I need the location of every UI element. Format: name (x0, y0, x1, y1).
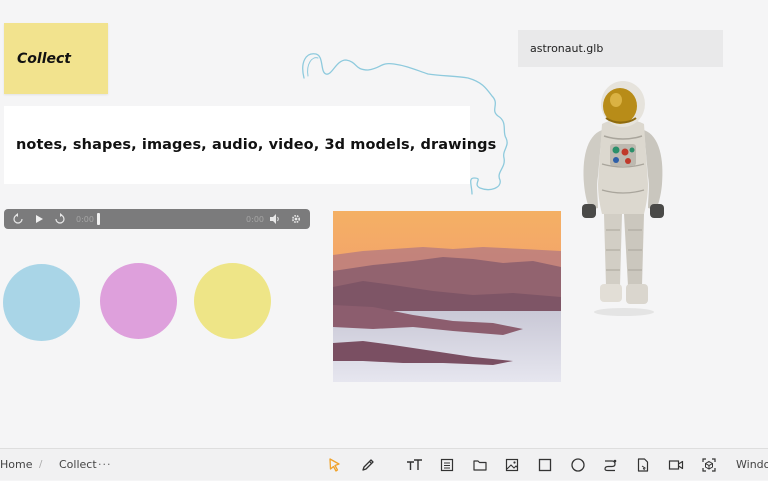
audio-player[interactable]: 0:00 0:00 (4, 209, 310, 229)
model-filename: astronaut.glb (530, 42, 604, 55)
video-tool-button[interactable] (666, 455, 686, 475)
circle-tool-button[interactable] (568, 455, 588, 475)
text-tool-button[interactable] (404, 455, 424, 475)
connector-tool-button[interactable] (600, 455, 620, 475)
bottom-toolbar: Home / Collect ··· Window (0, 448, 768, 480)
folder-icon (473, 460, 487, 471)
pen-icon (362, 459, 374, 471)
rewind-15-icon[interactable] (10, 211, 26, 227)
select-tool-button[interactable] (325, 455, 345, 475)
window-menu[interactable]: Window (736, 449, 768, 481)
note-tool-button[interactable] (437, 455, 457, 475)
more-options-button[interactable]: ··· (98, 449, 112, 481)
circle-icon (571, 458, 585, 472)
volume-icon[interactable] (267, 211, 283, 227)
rectangle-tool-button[interactable] (535, 455, 555, 475)
note-icon (440, 458, 454, 472)
board-canvas[interactable]: Collect notes, shapes, images, audio, vi… (0, 0, 768, 448)
gear-icon[interactable] (288, 211, 304, 227)
note-collect[interactable]: Collect (4, 23, 108, 94)
progress-handle[interactable] (96, 213, 100, 225)
video-icon (668, 460, 684, 470)
breadcrumb-home[interactable]: Home (0, 449, 32, 481)
breadcrumb-current[interactable]: Collect (59, 449, 97, 481)
current-time: 0:00 (76, 214, 94, 224)
astronaut-3d-model[interactable] (572, 80, 672, 320)
file-icon (637, 458, 649, 472)
3d-model-tool-button[interactable] (699, 455, 719, 475)
drawing-scribble[interactable] (296, 46, 516, 198)
file-tool-button[interactable] (633, 455, 653, 475)
folder-tool-button[interactable] (470, 455, 490, 475)
shape-circle-blue[interactable] (3, 264, 80, 341)
image-tool-button[interactable] (502, 455, 522, 475)
pen-tool-button[interactable] (358, 455, 378, 475)
connector-icon (604, 459, 617, 472)
rectangle-icon (538, 458, 552, 472)
play-icon[interactable] (31, 211, 47, 227)
note-collect-text: Collect (17, 50, 71, 67)
landscape-image[interactable] (333, 211, 561, 382)
duration: 0:00 (246, 214, 264, 224)
forward-15-icon[interactable] (52, 211, 68, 227)
shape-circle-yellow[interactable] (194, 263, 271, 339)
3d-model-icon (702, 458, 716, 472)
breadcrumb-separator: / (39, 459, 43, 470)
model-filename-card[interactable]: astronaut.glb (518, 30, 723, 67)
shape-circle-pink[interactable] (100, 263, 177, 339)
select-icon (329, 458, 340, 472)
image-icon (505, 458, 519, 472)
progress-bar[interactable] (96, 213, 243, 225)
text-icon (407, 459, 422, 470)
